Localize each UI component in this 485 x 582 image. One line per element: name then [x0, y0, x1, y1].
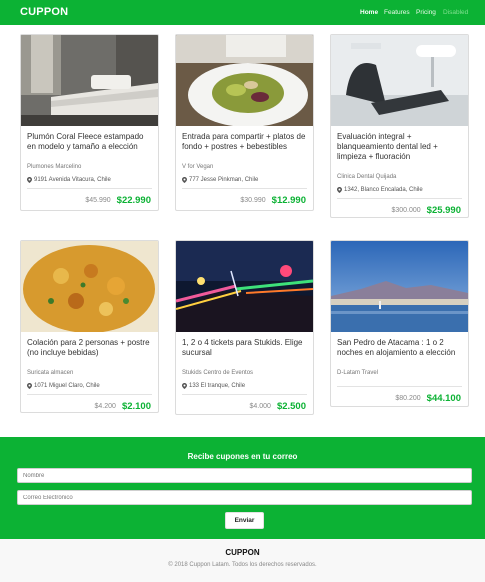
- coupon-card[interactable]: Plumón Coral Fleece estampado en modelo …: [20, 34, 159, 211]
- new-price: $22.990: [116, 194, 151, 206]
- price-row: $80.200 $44.100: [337, 387, 462, 406]
- old-price: $300.000: [391, 206, 421, 214]
- nav-link-disabled: Disabled: [443, 9, 469, 16]
- address-line: 133 El tranque, Chile: [182, 380, 307, 392]
- coupon-card[interactable]: 1, 2 o 4 tickets para Stukids. Elige suc…: [175, 240, 314, 415]
- newsletter-section: Recibe cupones en tu correo Enviar: [0, 437, 485, 539]
- address-text: 133 El tranque, Chile: [189, 383, 246, 389]
- price-row: $300.000 $25.990: [337, 199, 462, 217]
- price-row: $45.990 $22.990: [27, 189, 152, 210]
- vendor-name: V for Vegan: [182, 164, 214, 170]
- deal-title[interactable]: Evaluación integral + blanqueamiento den…: [337, 132, 462, 174]
- price-row: $30.990 $12.990: [182, 189, 307, 210]
- top-navbar: CUPPON Home Features Pricing Disabled: [0, 0, 485, 25]
- deal-title[interactable]: Colación para 2 personas + postre (no in…: [27, 338, 152, 370]
- address-text: 1071 Miguel Claro, Chile: [34, 383, 100, 389]
- vendor-name: Stukids Centro de Eventos: [182, 370, 254, 376]
- map-pin-icon: [27, 177, 32, 183]
- deal-title[interactable]: Entrada para compartir + platos de fondo…: [182, 132, 307, 164]
- new-price: $2.100: [121, 400, 151, 412]
- address-text: 777 Jesse Pinkman, Chile: [189, 177, 259, 183]
- address-line: 9191 Avenida Vitacura, Chile: [27, 174, 152, 186]
- name-input[interactable]: [17, 468, 472, 483]
- footer-copyright: © 2018 Cuppon Latam. Todos los derechos …: [168, 562, 317, 568]
- address-line: 1342, Blanco Encalada, Chile: [337, 184, 462, 196]
- food-bowl-photo: [21, 241, 158, 332]
- deal-title[interactable]: 1, 2 o 4 tickets para Stukids. Elige suc…: [182, 338, 307, 370]
- salad-photo: [176, 35, 313, 126]
- nav-link-features[interactable]: Features: [384, 9, 410, 16]
- map-pin-icon: [27, 383, 32, 389]
- footer-brand: CUPPON: [225, 548, 260, 557]
- address-text: 1342, Blanco Encalada, Chile: [344, 187, 423, 193]
- map-pin-icon: [337, 187, 342, 193]
- address-line: 777 Jesse Pinkman, Chile: [182, 174, 307, 186]
- email-input[interactable]: [17, 490, 472, 505]
- new-price: $44.100: [426, 392, 461, 404]
- vendor-name: D-Latam Travel: [337, 370, 379, 376]
- old-price: $30.990: [240, 196, 266, 204]
- new-price: $2.500: [276, 400, 306, 412]
- new-price: $12.990: [271, 194, 306, 206]
- bed-photo: [21, 35, 158, 126]
- price-row: $4.000 $2.500: [182, 395, 307, 414]
- coupon-card[interactable]: San Pedro de Atacama : 1 o 2 noches en a…: [330, 240, 469, 407]
- coupon-card[interactable]: Evaluación integral + blanqueamiento den…: [330, 34, 469, 218]
- vendor-name: Plumones Marcelino: [27, 164, 82, 170]
- nav-link-pricing[interactable]: Pricing: [416, 9, 436, 16]
- newsletter-title: Recibe cupones en tu correo: [187, 452, 298, 461]
- footer: CUPPON © 2018 Cuppon Latam. Todos los de…: [0, 539, 485, 582]
- carnival-lights-photo: [176, 241, 313, 332]
- coupon-card[interactable]: Colación para 2 personas + postre (no in…: [20, 240, 159, 413]
- vendor-name: Clinica Dental Quijada: [337, 174, 397, 180]
- vendor-name: Suricata almacen: [27, 370, 74, 376]
- address-line: 1071 Miguel Claro, Chile: [27, 380, 152, 392]
- coupon-card[interactable]: Entrada para compartir + platos de fondo…: [175, 34, 314, 211]
- old-price: $4.000: [249, 402, 271, 410]
- address-text: 9191 Avenida Vitacura, Chile: [34, 177, 111, 183]
- map-pin-icon: [182, 383, 187, 389]
- submit-button[interactable]: Enviar: [225, 512, 264, 529]
- deal-title[interactable]: Plumón Coral Fleece estampado en modelo …: [27, 132, 152, 164]
- dental-chair-photo: [331, 35, 468, 126]
- brand-logo[interactable]: CUPPON: [20, 6, 68, 18]
- new-price: $25.990: [426, 204, 461, 216]
- nav-link-home[interactable]: Home: [360, 9, 378, 16]
- map-pin-icon: [182, 177, 187, 183]
- old-price: $4.200: [94, 402, 116, 410]
- lake-landscape-photo: [331, 241, 468, 332]
- deal-title[interactable]: San Pedro de Atacama : 1 o 2 noches en a…: [337, 338, 462, 370]
- old-price: $80.200: [395, 394, 421, 402]
- old-price: $45.990: [85, 196, 111, 204]
- price-row: $4.200 $2.100: [27, 395, 152, 412]
